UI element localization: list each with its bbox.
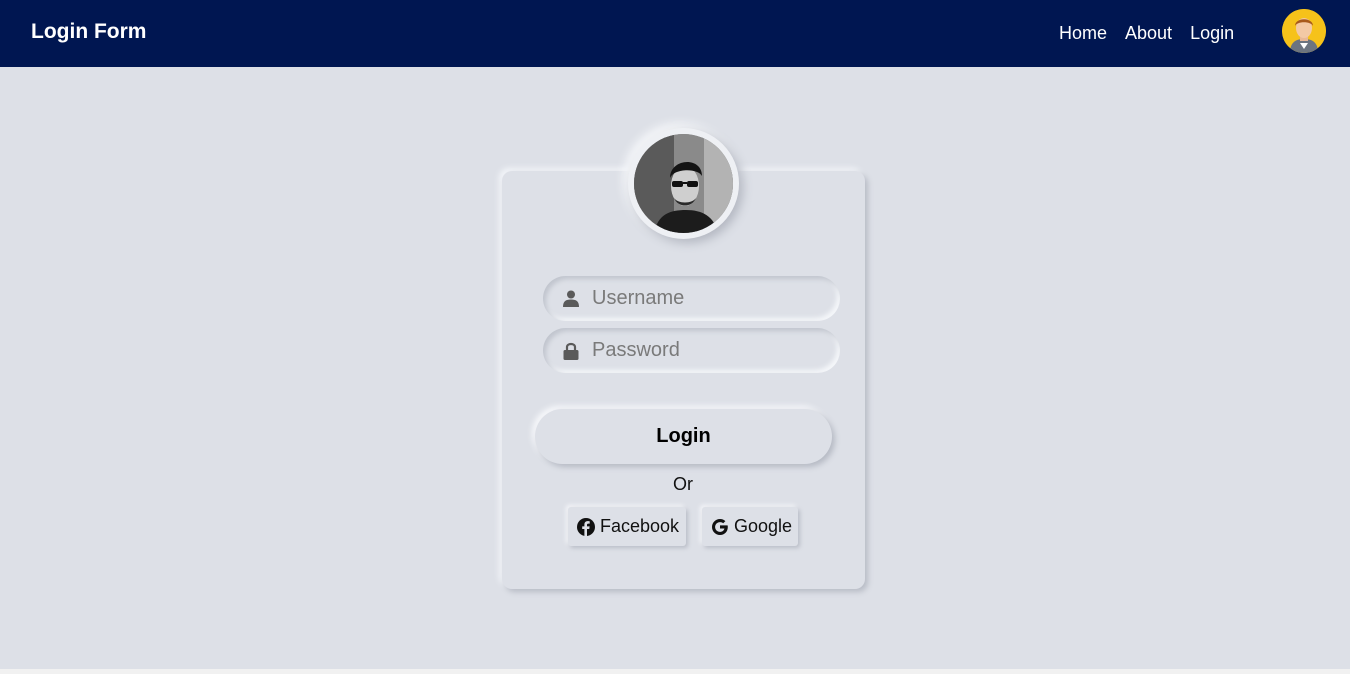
profile-photo-image	[634, 134, 733, 233]
google-button[interactable]: Google	[702, 507, 798, 546]
facebook-button[interactable]: Facebook	[568, 507, 686, 546]
nav-link-home[interactable]: Home	[1059, 23, 1107, 44]
nav-link-about[interactable]: About	[1125, 23, 1172, 44]
google-label: Google	[734, 516, 793, 536]
user-avatar-icon[interactable]	[1282, 9, 1326, 53]
top-navbar: Login Form Home About Login	[0, 0, 1350, 67]
nav-link-login[interactable]: Login	[1190, 23, 1234, 44]
or-separator: Or	[673, 474, 693, 494]
facebook-label: Facebook	[600, 516, 680, 536]
profile-photo	[628, 128, 739, 239]
bottom-edge	[0, 669, 1350, 674]
facebook-icon	[577, 517, 595, 536]
username-field	[543, 276, 840, 321]
user-icon	[562, 290, 580, 308]
brand-title: Login Form	[31, 20, 147, 43]
nav-links: Home About Login	[1059, 23, 1252, 44]
google-icon	[711, 518, 729, 536]
password-input[interactable]	[592, 339, 822, 362]
lock-icon	[562, 342, 580, 360]
login-button[interactable]: Login	[535, 409, 832, 464]
password-field	[543, 328, 840, 373]
username-input[interactable]	[592, 287, 822, 310]
